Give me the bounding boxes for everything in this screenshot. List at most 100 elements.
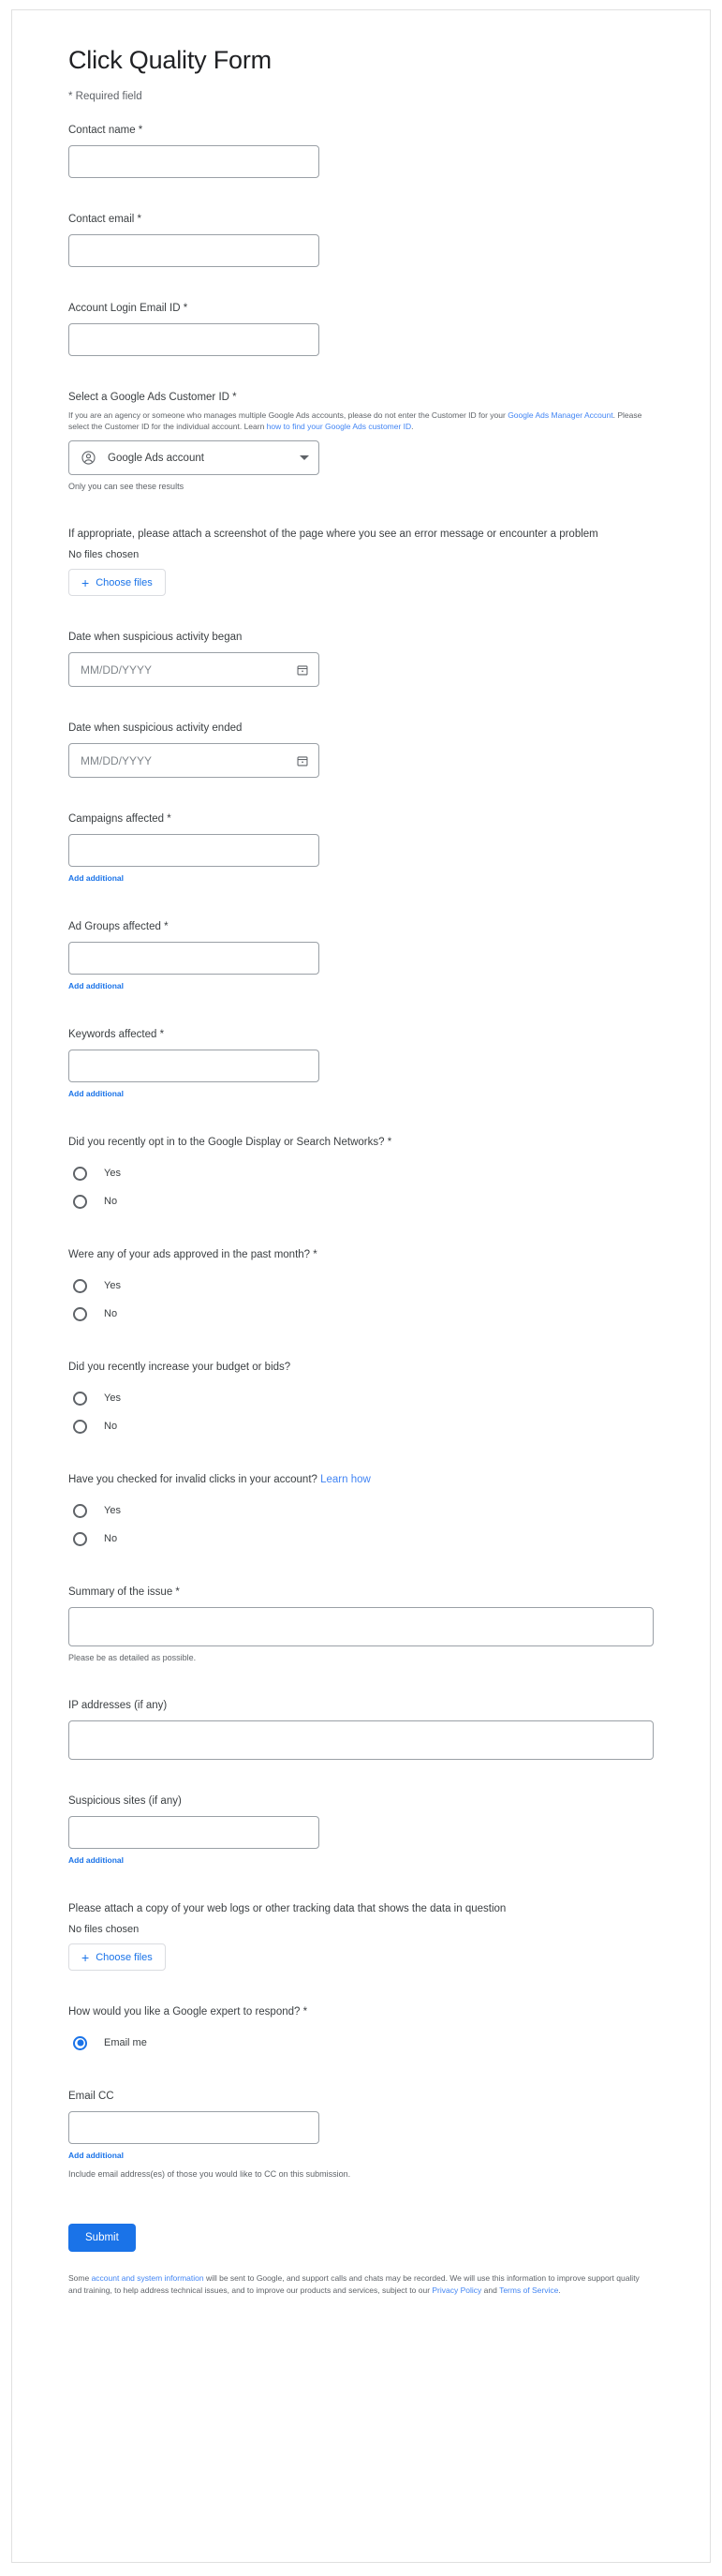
keywords-add-additional-link[interactable]: Add additional xyxy=(68,1089,124,1098)
question-text: Have you checked for invalid clicks in y… xyxy=(68,1474,321,1485)
ad-groups-add-additional-link[interactable]: Add additional xyxy=(68,981,124,990)
screenshot-choose-files-button[interactable]: + Choose files xyxy=(68,569,166,596)
keywords-affected-input[interactable] xyxy=(68,1050,319,1082)
radio-circle-icon xyxy=(73,1278,87,1293)
ad-groups-affected-label: Ad Groups affected * xyxy=(68,921,169,932)
radio-circle-icon xyxy=(73,2035,87,2050)
learn-how-link[interactable]: Learn how xyxy=(320,1474,371,1485)
radio-group: Yes No xyxy=(68,1272,654,1328)
weblogs-upload-label: Please attach a copy of your web logs or… xyxy=(68,1903,507,1914)
screenshot-choose-files-label: Choose files xyxy=(96,576,153,588)
suspicious-sites-input[interactable] xyxy=(68,1816,319,1849)
contact-email-input[interactable] xyxy=(68,234,319,267)
account-login-email-input[interactable] xyxy=(68,323,319,356)
contact-name-label: Contact name * xyxy=(68,125,143,136)
field-contact-email: Contact email * xyxy=(68,212,654,267)
weblogs-no-files-text: No files chosen xyxy=(68,1924,140,1935)
field-customer-id: Select a Google Ads Customer ID * If you… xyxy=(68,390,654,493)
radio-circle-icon xyxy=(73,1391,87,1406)
radio-circle-icon xyxy=(73,1531,87,1546)
summary-label: Summary of the issue * xyxy=(68,1586,180,1598)
campaigns-affected-input[interactable] xyxy=(68,834,319,867)
radio-option-yes[interactable]: Yes xyxy=(68,1159,654,1187)
date-began-input[interactable] xyxy=(81,663,296,677)
radio-option-yes[interactable]: Yes xyxy=(68,1384,654,1412)
ip-addresses-textarea[interactable] xyxy=(68,1720,654,1760)
form-card: Click Quality Form * Required field Cont… xyxy=(11,9,711,2563)
radio-option-no[interactable]: No xyxy=(68,1300,654,1328)
submit-button[interactable]: Submit xyxy=(68,2224,136,2252)
calendar-icon[interactable] xyxy=(296,663,309,677)
radio-group: Yes No xyxy=(68,1384,654,1440)
email-cc-add-additional-link[interactable]: Add additional xyxy=(68,2151,124,2160)
radio-label: Email me xyxy=(104,2037,147,2048)
radio-group: Yes No xyxy=(68,1159,654,1215)
field-keywords-affected: Keywords affected * Add additional xyxy=(68,1027,654,1101)
radio-option-no[interactable]: No xyxy=(68,1525,654,1553)
chevron-down-icon xyxy=(300,455,309,460)
radio-label: Yes xyxy=(104,1168,121,1179)
page-title: Click Quality Form xyxy=(68,46,272,74)
weblogs-choose-files-button[interactable]: + Choose files xyxy=(68,1943,166,1971)
respond-label: How would you like a Google expert to re… xyxy=(68,2006,308,2018)
weblogs-choose-files-label: Choose files xyxy=(96,1951,153,1963)
field-email-cc: Email CC Add additional Include email ad… xyxy=(68,2089,654,2181)
question-invalid-clicks: Have you checked for invalid clicks in y… xyxy=(68,1472,654,1553)
contact-name-input[interactable] xyxy=(68,145,319,178)
suspicious-sites-label: Suspicious sites (if any) xyxy=(68,1795,182,1807)
field-suspicious-sites: Suspicious sites (if any) Add additional xyxy=(68,1794,654,1868)
question-label: Were any of your ads approved in the pas… xyxy=(68,1249,317,1260)
question-label: Have you checked for invalid clicks in y… xyxy=(68,1472,654,1487)
ip-addresses-label: IP addresses (if any) xyxy=(68,1700,168,1711)
radio-label: No xyxy=(104,1421,118,1432)
radio-option-no[interactable]: No xyxy=(68,1187,654,1215)
radio-label: Yes xyxy=(104,1280,121,1291)
field-account-login-email: Account Login Email ID * xyxy=(68,301,654,356)
legal-part-1: Some xyxy=(68,2273,92,2283)
email-cc-label: Email CC xyxy=(68,2091,114,2102)
field-ip-addresses: IP addresses (if any) xyxy=(68,1698,654,1760)
summary-hint: Please be as detailed as possible. xyxy=(68,1653,197,1662)
legal-disclaimer: Some account and system information will… xyxy=(68,2272,654,2297)
privacy-policy-link[interactable]: Privacy Policy xyxy=(432,2286,481,2295)
radio-option-email-me[interactable]: Email me xyxy=(68,2029,654,2057)
plus-icon: + xyxy=(81,1949,90,1965)
find-customer-id-link[interactable]: how to find your Google Ads customer ID xyxy=(267,422,412,431)
field-contact-name: Contact name * xyxy=(68,123,654,178)
field-campaigns-affected: Campaigns affected * Add additional xyxy=(68,812,654,886)
customer-id-sub-note: Only you can see these results xyxy=(68,482,184,491)
manager-account-link[interactable]: Google Ads Manager Account xyxy=(508,410,612,420)
date-ended-input[interactable] xyxy=(81,753,296,767)
radio-circle-icon xyxy=(73,1306,87,1321)
email-cc-input[interactable] xyxy=(68,2111,319,2144)
field-screenshot-upload: If appropriate, please attach a screensh… xyxy=(68,527,654,596)
page-root: Click Quality Form * Required field Cont… xyxy=(0,0,722,2576)
date-began-label: Date when suspicious activity began xyxy=(68,632,243,643)
radio-label: No xyxy=(104,1533,118,1544)
radio-circle-icon xyxy=(73,1166,87,1181)
radio-option-no[interactable]: No xyxy=(68,1412,654,1440)
ad-groups-affected-input[interactable] xyxy=(68,942,319,975)
calendar-icon[interactable] xyxy=(296,754,309,767)
customer-id-select[interactable]: Google Ads account xyxy=(68,440,319,475)
date-ended-wrapper[interactable] xyxy=(68,743,319,778)
terms-of-service-link[interactable]: Terms of Service xyxy=(499,2286,558,2295)
summary-textarea[interactable] xyxy=(68,1607,654,1646)
account-login-email-label: Account Login Email ID * xyxy=(68,303,188,314)
radio-group: Yes No xyxy=(68,1496,654,1553)
account-system-information-link[interactable]: account and system information xyxy=(92,2273,204,2283)
date-ended-label: Date when suspicious activity ended xyxy=(68,722,243,734)
field-date-began: Date when suspicious activity began xyxy=(68,630,654,687)
radio-option-yes[interactable]: Yes xyxy=(68,1496,654,1525)
radio-option-yes[interactable]: Yes xyxy=(68,1272,654,1300)
campaigns-affected-label: Campaigns affected * xyxy=(68,813,171,825)
campaigns-add-additional-link[interactable]: Add additional xyxy=(68,873,124,883)
question-increase-budget: Did you recently increase your budget or… xyxy=(68,1360,654,1440)
question-respond-preference: How would you like a Google expert to re… xyxy=(68,2004,654,2057)
keywords-affected-label: Keywords affected * xyxy=(68,1029,165,1040)
suspicious-sites-add-additional-link[interactable]: Add additional xyxy=(68,1855,124,1865)
date-began-wrapper[interactable] xyxy=(68,652,319,687)
customer-id-help-text: If you are an agency or someone who mana… xyxy=(68,409,654,432)
question-label: Did you recently increase your budget or… xyxy=(68,1362,291,1373)
help-text-part-1: If you are an agency or someone who mana… xyxy=(68,410,508,420)
